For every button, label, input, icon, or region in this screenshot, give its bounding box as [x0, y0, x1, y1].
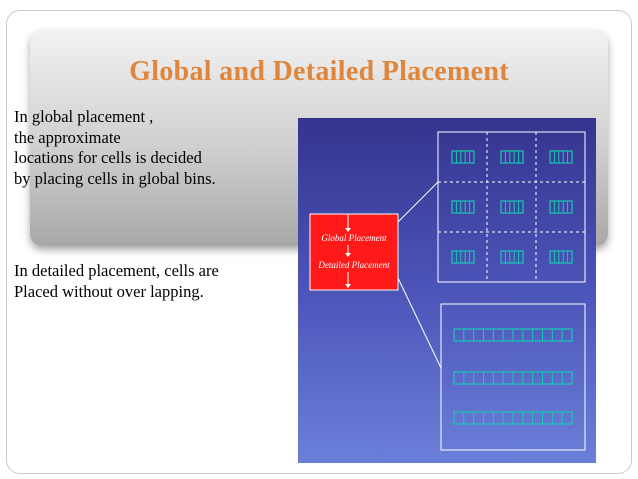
paragraph-line: locations for cells is decided	[14, 148, 202, 167]
flow-box	[309, 213, 399, 291]
cell-cluster	[500, 150, 524, 164]
global-placement-label: Global Placement	[321, 233, 387, 243]
slide-title: Global and Detailed Placement	[129, 56, 509, 87]
cell-cluster	[500, 250, 524, 264]
cell-cluster	[453, 371, 573, 385]
cell-cluster	[500, 200, 524, 214]
detailed-placement-box	[440, 303, 586, 451]
cell-cluster	[549, 150, 573, 164]
placement-diagram-svg: Global Placement Detailed Placement	[309, 131, 586, 451]
detailed-placement-paragraph: In detailed placement, cells are Placed …	[14, 261, 304, 302]
cell-cluster	[453, 411, 573, 425]
cell-cluster	[451, 250, 475, 264]
cell-cluster	[451, 200, 475, 214]
cell-cluster	[549, 200, 573, 214]
paragraph-line: In detailed placement, cells are	[14, 261, 219, 280]
paragraph-line: by placing cells in global bins.	[14, 168, 216, 188]
cell-cluster	[453, 328, 573, 342]
connector-line	[397, 277, 442, 369]
global-bin-grid	[437, 131, 586, 283]
cell-cluster	[549, 250, 573, 264]
global-placement-paragraph: In global placement , the approximate lo…	[14, 107, 304, 189]
paragraph-line: In global placement ,	[14, 107, 154, 126]
placement-diagram: Global Placement Detailed Placement	[298, 118, 596, 463]
detailed-placement-label: Detailed Placement	[317, 260, 390, 270]
cell-cluster	[451, 150, 475, 164]
paragraph-line: Placed without over lapping.	[14, 281, 204, 301]
paragraph-line: the approximate	[14, 127, 121, 147]
connector-line	[397, 181, 439, 223]
